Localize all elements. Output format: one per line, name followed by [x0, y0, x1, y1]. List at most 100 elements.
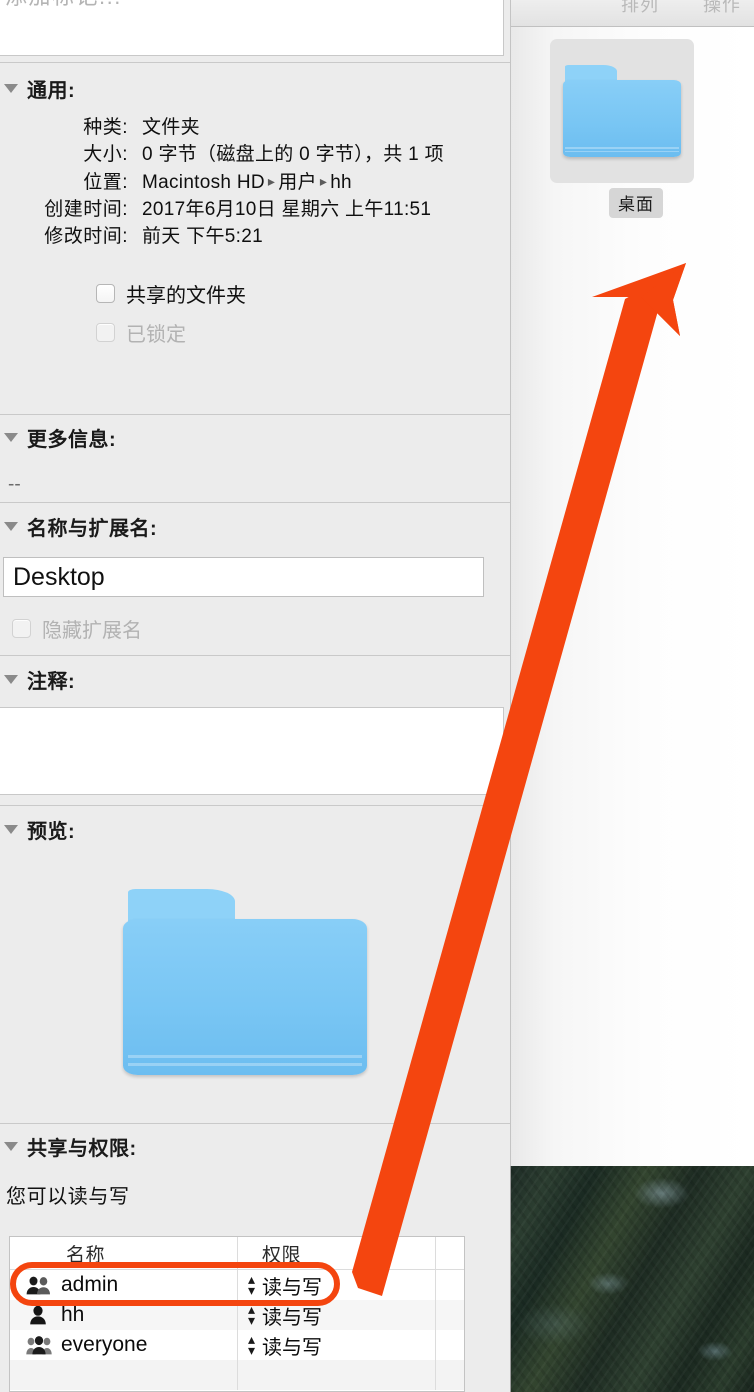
- location-part-2: 用户: [278, 171, 317, 193]
- info-value-size-line2: 项: [424, 143, 444, 165]
- path-separator-icon: ▸: [319, 172, 328, 189]
- stepper-icon[interactable]: ▴ ▾: [248, 1331, 255, 1357]
- get-info-window: 添加标记... 通用: 种类: 文件夹 大小: 0 字节（磁盘上的 0 字节），…: [0, 0, 510, 1392]
- checkbox-box-icon: [96, 322, 115, 342]
- group-icon: [26, 1276, 50, 1295]
- file-item-desktop[interactable]: 桌面: [550, 39, 694, 218]
- name-input[interactable]: Desktop: [3, 557, 484, 597]
- comments-textarea[interactable]: [0, 707, 504, 795]
- info-value-size: 0 字节（磁盘上的 0 字节），共 1 项: [142, 142, 444, 169]
- info-row-created: 创建时间: 2017年6月10日 星期六 上午11:51: [0, 197, 510, 224]
- info-value-size-line1: 0 字节（磁盘上的 0 字节），共 1: [142, 143, 420, 165]
- file-item-label[interactable]: 桌面: [609, 188, 663, 218]
- permission-name: admin: [61, 1273, 119, 1296]
- section-general-title: 通用:: [27, 80, 76, 102]
- section-comments: 注释:: [0, 665, 510, 694]
- permission-row-privilege-everyone[interactable]: ▴ ▾ 读与写: [238, 1330, 436, 1360]
- section-comments-title: 注释:: [27, 671, 76, 693]
- section-comments-header[interactable]: 注释:: [0, 665, 510, 694]
- everyone-icon: [26, 1336, 52, 1355]
- divider: [0, 502, 510, 503]
- permission-row-privilege-hh[interactable]: ▴ ▾ 读与写: [238, 1300, 436, 1330]
- section-sharing-header[interactable]: 共享与权限:: [0, 1132, 510, 1161]
- folder-icon: [123, 889, 367, 1075]
- comments-value: [0, 708, 503, 720]
- info-row-modified: 修改时间: 前天 下午5:21: [0, 224, 510, 251]
- finder-file-grid[interactable]: 桌面: [511, 28, 754, 1166]
- section-name-extension-header[interactable]: 名称与扩展名:: [0, 512, 510, 541]
- info-label-modified: 修改时间:: [44, 225, 128, 247]
- disclosure-triangle-icon[interactable]: [4, 433, 18, 442]
- permissions-table-header: 名称 权限: [10, 1237, 464, 1270]
- checkbox-box-icon: [12, 619, 31, 638]
- permission-row-name-everyone[interactable]: everyone: [10, 1330, 238, 1360]
- checkbox-shared-folder[interactable]: 共享的文件夹: [96, 279, 510, 308]
- divider: [0, 805, 510, 806]
- disclosure-triangle-icon[interactable]: [4, 522, 18, 531]
- toolbar-action-button[interactable]: 操作: [703, 0, 741, 17]
- table-row[interactable]: everyone ▴ ▾ 读与写: [10, 1330, 464, 1360]
- permission-row-privilege-admin[interactable]: ▴ ▾ 读与写: [238, 1270, 436, 1300]
- section-preview-header[interactable]: 预览:: [0, 815, 510, 844]
- permission-value: 读与写: [262, 1276, 323, 1299]
- checkbox-shared-folder-label: 共享的文件夹: [126, 284, 246, 307]
- disclosure-triangle-icon[interactable]: [4, 84, 18, 93]
- location-part-1: Macintosh HD: [142, 171, 265, 193]
- permission-name: hh: [61, 1303, 85, 1326]
- stepper-icon[interactable]: ▴ ▾: [248, 1301, 255, 1327]
- checkbox-hide-extension: 隐藏扩展名: [12, 614, 142, 643]
- table-row-empty: [10, 1360, 464, 1390]
- stepper-icon[interactable]: ▴ ▾: [248, 1271, 255, 1297]
- disclosure-triangle-icon[interactable]: [4, 1142, 18, 1151]
- path-separator-icon: ▸: [267, 172, 276, 189]
- toolbar-arrange-button[interactable]: 排列: [621, 0, 659, 17]
- checkbox-locked-label: 已锁定: [126, 323, 186, 346]
- more-info-value: --: [8, 474, 21, 495]
- file-item-icon-selection[interactable]: [550, 39, 694, 183]
- column-header-privilege[interactable]: 权限: [238, 1237, 436, 1269]
- location-part-3: hh: [330, 171, 352, 193]
- finder-window: 排列 操作 桌面: [510, 0, 754, 1166]
- info-value-kind: 文件夹: [142, 117, 200, 138]
- divider: [0, 414, 510, 415]
- section-name-extension: 名称与扩展名:: [0, 512, 510, 541]
- permission-value: 读与写: [262, 1336, 323, 1359]
- permission-name: everyone: [61, 1333, 148, 1356]
- tags-placeholder: 添加标记...: [5, 0, 122, 11]
- divider: [0, 1123, 510, 1124]
- section-preview: 预览:: [0, 815, 510, 844]
- permissions-note: 您可以读与写: [6, 1186, 130, 1208]
- column-header-name[interactable]: 名称: [10, 1237, 238, 1269]
- disclosure-triangle-icon[interactable]: [4, 825, 18, 834]
- section-more-info-header[interactable]: 更多信息:: [0, 423, 510, 452]
- preview-folder-icon: [123, 889, 367, 1075]
- checkbox-locked: 已锁定: [96, 318, 510, 347]
- screenshot-root: 排列 操作 桌面 添加标记...: [0, 0, 754, 1392]
- section-preview-title: 预览:: [27, 821, 76, 843]
- desktop-wallpaper: [510, 1166, 754, 1392]
- table-row[interactable]: admin ▴ ▾ 读与写: [10, 1270, 464, 1300]
- info-label-location: 位置:: [83, 171, 128, 193]
- info-row-kind: 种类: 文件夹: [0, 115, 510, 142]
- info-value-location: Macintosh HD ▸ 用户 ▸ hh: [142, 170, 352, 197]
- info-row-size: 大小: 0 字节（磁盘上的 0 字节），共 1 项: [0, 142, 510, 169]
- divider: [0, 655, 510, 656]
- section-more-info-title: 更多信息:: [27, 429, 117, 451]
- tags-input[interactable]: 添加标记...: [0, 0, 504, 56]
- info-label-created: 创建时间:: [44, 198, 128, 220]
- section-general-header[interactable]: 通用:: [0, 74, 510, 103]
- section-sharing-title: 共享与权限:: [27, 1138, 137, 1160]
- permissions-table[interactable]: 名称 权限 admin ▴ ▾ 读与写 hh ▴ ▾ 读与写 everyone …: [9, 1236, 465, 1392]
- name-input-value: Desktop: [13, 562, 105, 591]
- permission-value: 读与写: [262, 1306, 323, 1329]
- divider: [0, 62, 510, 63]
- disclosure-triangle-icon[interactable]: [4, 675, 18, 684]
- section-general: 通用: 种类: 文件夹 大小: 0 字节（磁盘上的 0 字节），共 1 项 位置…: [0, 74, 510, 347]
- info-value-created: 2017年6月10日 星期六 上午11:51: [142, 198, 432, 220]
- table-row[interactable]: hh ▴ ▾ 读与写: [10, 1300, 464, 1330]
- permission-row-name-hh[interactable]: hh: [10, 1300, 238, 1330]
- checkbox-box-icon[interactable]: [96, 283, 115, 303]
- info-row-location: 位置: Macintosh HD ▸ 用户 ▸ hh: [0, 170, 510, 197]
- permission-row-name-admin[interactable]: admin: [10, 1270, 238, 1300]
- checkbox-hide-extension-label: 隐藏扩展名: [42, 620, 142, 642]
